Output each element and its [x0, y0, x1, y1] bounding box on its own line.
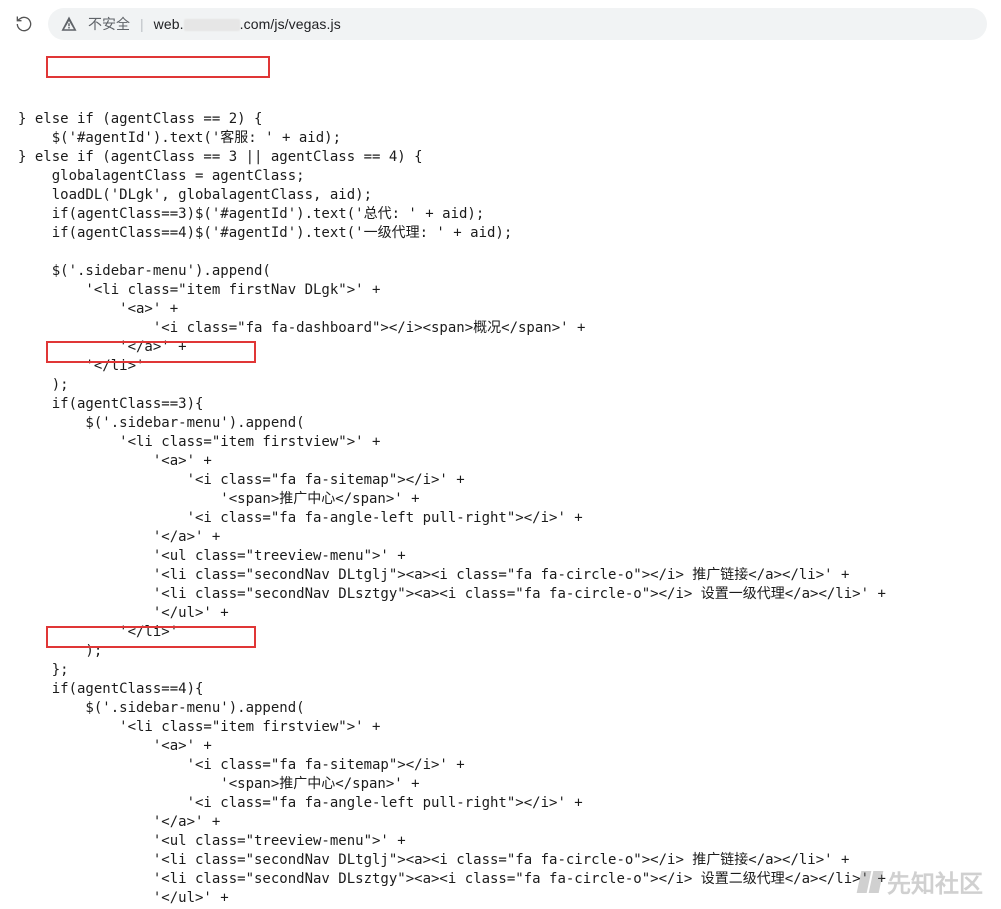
- highlight-box: [46, 56, 270, 78]
- url-host-redacted: [184, 19, 240, 31]
- url-text: web. .com/js/vegas.js: [154, 16, 341, 32]
- address-bar[interactable]: 不安全 | web. .com/js/vegas.js: [48, 8, 987, 40]
- url-host-prefix: web.: [154, 16, 184, 32]
- code-text: } else if (agentClass == 2) { $('#agentI…: [18, 110, 991, 909]
- not-secure-icon: [60, 15, 78, 33]
- not-secure-label: 不安全: [88, 14, 130, 34]
- url-path: .com/js/vegas.js: [240, 16, 341, 32]
- separator: |: [140, 16, 144, 32]
- reload-icon[interactable]: [14, 14, 34, 34]
- source-code-view[interactable]: } else if (agentClass == 2) { $('#agentI…: [0, 48, 1001, 909]
- browser-toolbar: 不安全 | web. .com/js/vegas.js: [0, 0, 1001, 48]
